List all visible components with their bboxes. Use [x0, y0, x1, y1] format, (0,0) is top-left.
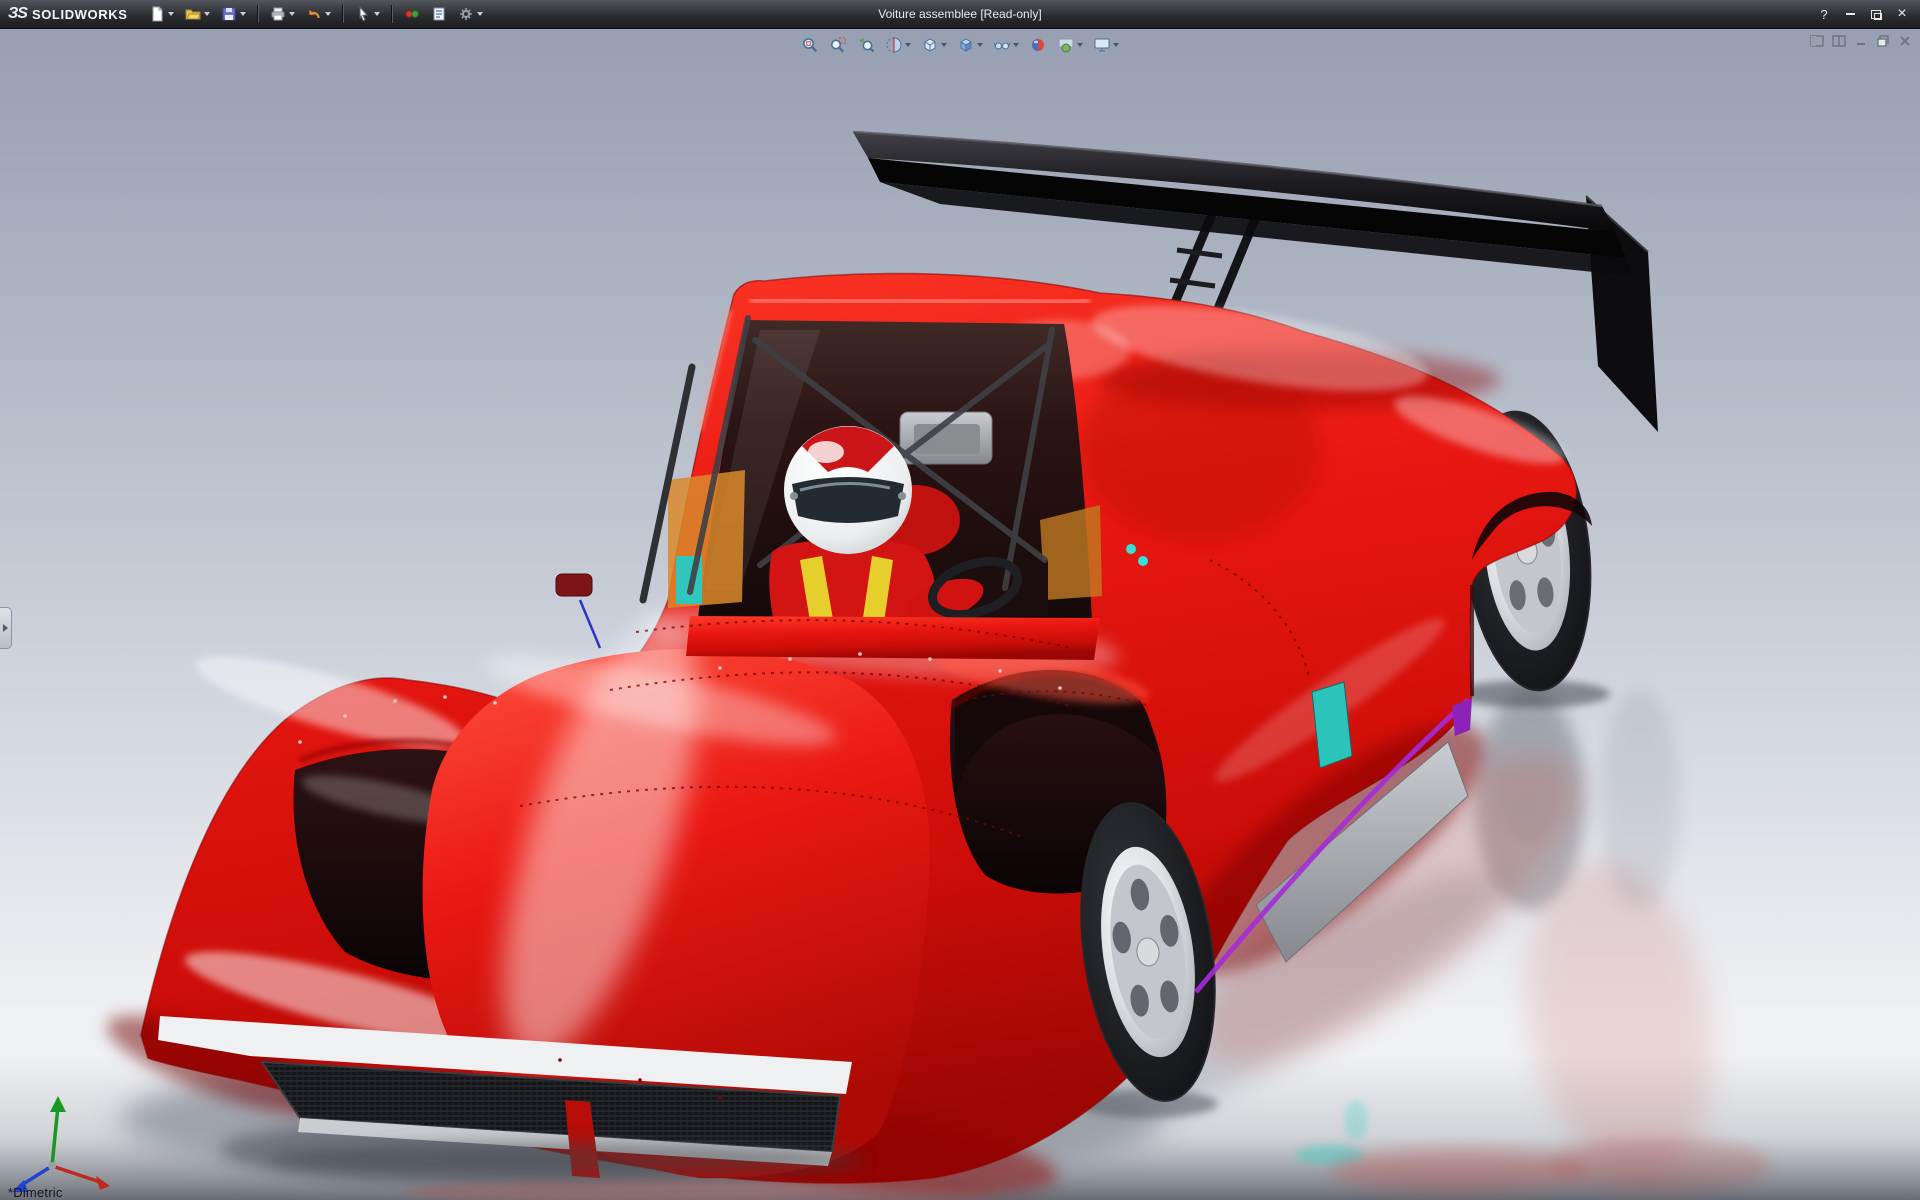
- view-settings-button[interactable]: [1090, 33, 1122, 57]
- save-button[interactable]: [216, 2, 251, 26]
- title-bar: ЗS SOLIDWORKS: [0, 0, 1920, 29]
- dropdown-caret-icon[interactable]: [941, 43, 947, 47]
- print-button[interactable]: [265, 2, 300, 26]
- open-folder-icon: [185, 6, 201, 22]
- dropdown-caret-icon[interactable]: [1077, 43, 1083, 47]
- dropdown-caret-icon[interactable]: [1013, 43, 1019, 47]
- view-orientation-label: *Dimetric: [8, 1185, 63, 1200]
- toolbar-separator: [342, 5, 344, 23]
- view-settings-icon: [1093, 36, 1111, 54]
- restore-icon: [1871, 10, 1881, 19]
- undo-icon: [306, 6, 322, 22]
- view-orientation-button[interactable]: [918, 33, 950, 57]
- close-button[interactable]: ×: [1890, 4, 1914, 25]
- dropdown-caret-icon[interactable]: [977, 43, 983, 47]
- main-toolbar: [144, 2, 488, 26]
- apply-scene-button[interactable]: [1054, 33, 1086, 57]
- dropdown-caret-icon[interactable]: [204, 12, 210, 16]
- undo-button[interactable]: [301, 2, 336, 26]
- previous-view-icon: [857, 36, 875, 54]
- pane-left-button[interactable]: [1807, 32, 1826, 49]
- rebuild-icon: [404, 6, 420, 22]
- edit-appearance-button[interactable]: [1026, 33, 1050, 57]
- previous-view-button[interactable]: [854, 33, 878, 57]
- zoom-fit-icon: [801, 36, 819, 54]
- minimize-icon: [1846, 13, 1855, 15]
- section-view-button[interactable]: [882, 33, 914, 57]
- pane-split-icon: [1832, 35, 1846, 47]
- rebuild-button[interactable]: [399, 2, 425, 26]
- window-controls: ? ×: [1812, 4, 1920, 25]
- hide-show-items-button[interactable]: [990, 33, 1022, 57]
- toolbar-separator: [257, 5, 259, 23]
- file-properties-icon: [431, 6, 447, 22]
- dropdown-caret-icon[interactable]: [905, 43, 911, 47]
- solidworks-logo-icon: ЗS: [8, 5, 27, 23]
- options-button[interactable]: [453, 2, 488, 26]
- solidworks-logo: ЗS SOLIDWORKS: [0, 0, 144, 28]
- expand-arrow-icon: [3, 624, 8, 632]
- pane-split-button[interactable]: [1829, 32, 1848, 49]
- open-button[interactable]: [180, 2, 215, 26]
- dropdown-caret-icon[interactable]: [374, 12, 380, 16]
- view-orientation-icon: [921, 36, 939, 54]
- doc-minimize-icon: [1854, 35, 1868, 47]
- select-button[interactable]: [350, 2, 385, 26]
- model-scene: [0, 29, 1920, 1200]
- new-document-button[interactable]: [144, 2, 179, 26]
- doc-restore-button[interactable]: [1873, 32, 1892, 49]
- dropdown-caret-icon[interactable]: [325, 12, 331, 16]
- file-properties-button[interactable]: [426, 2, 452, 26]
- section-view-icon: [885, 36, 903, 54]
- edit-appearance-icon: [1029, 36, 1047, 54]
- dropdown-caret-icon[interactable]: [168, 12, 174, 16]
- display-style-button[interactable]: [954, 33, 986, 57]
- toolbar-separator: [391, 5, 393, 23]
- zoom-fit-button[interactable]: [798, 33, 822, 57]
- dropdown-caret-icon[interactable]: [477, 12, 483, 16]
- close-icon: ×: [1897, 6, 1906, 22]
- solidworks-logo-text: SOLIDWORKS: [32, 7, 128, 22]
- heads-up-toolbar: [798, 33, 1122, 57]
- zoom-area-icon: [829, 36, 847, 54]
- doc-minimize-button[interactable]: [1851, 32, 1870, 49]
- document-window-controls: [1807, 32, 1914, 49]
- dropdown-caret-icon[interactable]: [289, 12, 295, 16]
- select-cursor-icon: [355, 6, 371, 22]
- save-icon: [221, 6, 237, 22]
- options-gear-icon: [458, 6, 474, 22]
- zoom-area-button[interactable]: [826, 33, 850, 57]
- doc-close-button[interactable]: [1895, 32, 1914, 49]
- graphics-area[interactable]: *Dimetric: [0, 29, 1920, 1200]
- doc-restore-icon: [1876, 35, 1890, 47]
- doc-close-icon: [1898, 35, 1912, 47]
- minimize-button[interactable]: [1838, 4, 1862, 25]
- hide-show-icon: [993, 36, 1011, 54]
- dropdown-caret-icon[interactable]: [1113, 43, 1119, 47]
- help-button[interactable]: ?: [1812, 4, 1836, 25]
- feature-panel-tab[interactable]: [0, 607, 12, 649]
- dropdown-caret-icon[interactable]: [240, 12, 246, 16]
- print-icon: [270, 6, 286, 22]
- solidworks-window: ЗS SOLIDWORKS: [0, 0, 1920, 1200]
- display-style-icon: [957, 36, 975, 54]
- apply-scene-icon: [1057, 36, 1075, 54]
- pane-left-icon: [1810, 35, 1824, 47]
- restore-button[interactable]: [1864, 4, 1888, 25]
- new-document-icon: [149, 6, 165, 22]
